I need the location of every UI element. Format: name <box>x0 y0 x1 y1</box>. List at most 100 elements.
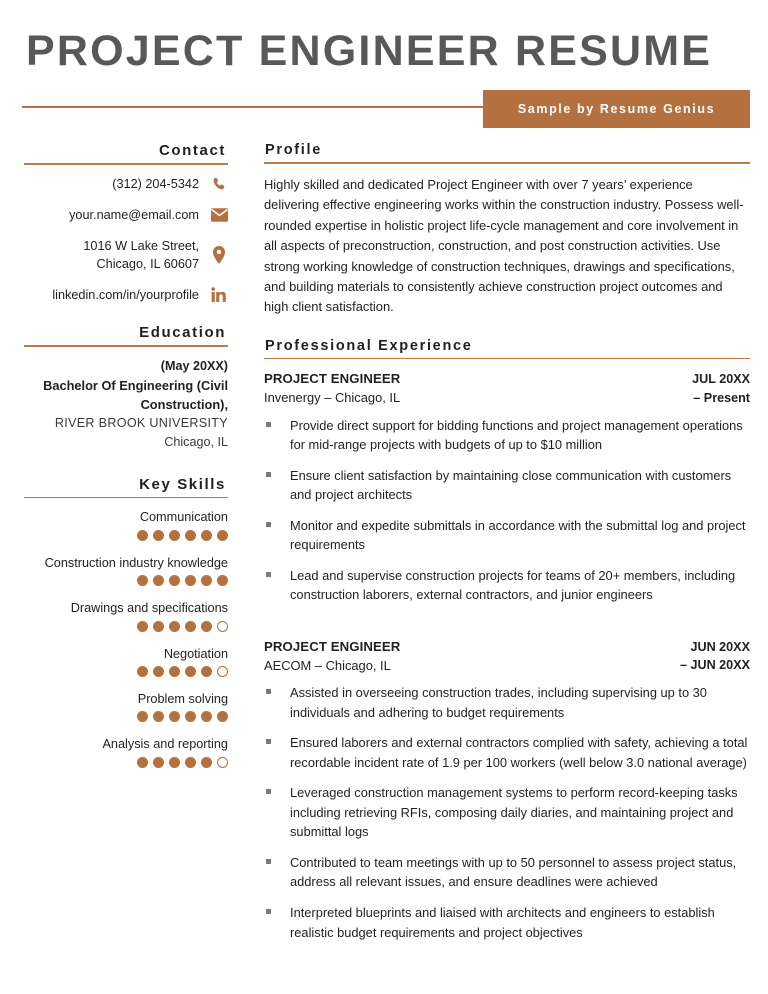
job-list: PROJECT ENGINEER Invenergy – Chicago, IL J… <box>264 370 750 942</box>
job-date-end: – JUN 20XX <box>679 658 750 673</box>
address: 1016 W Lake Street, Chicago, IL 60607 <box>83 237 210 273</box>
job-company: AECOM – Chicago, IL <box>264 657 391 673</box>
rating-dot-filled <box>201 756 212 768</box>
education-divider <box>24 345 228 347</box>
rating-dot-filled <box>169 711 180 723</box>
job-spacer <box>264 616 750 638</box>
skill-label: Problem solving <box>137 692 228 707</box>
rating-dot-empty <box>217 756 228 768</box>
resume-header: PROJECT ENGINEER RESUME Sample by Resume… <box>0 0 768 129</box>
skill-item: Negotiation <box>18 645 228 678</box>
skill-rating <box>18 666 228 678</box>
rating-dot-filled <box>137 666 148 678</box>
rating-dot-filled <box>201 666 212 678</box>
skill-rating <box>18 529 228 541</box>
rating-dot-filled <box>137 711 148 723</box>
rating-dot-filled <box>217 575 228 587</box>
envelope-icon <box>210 206 228 224</box>
contact-item-address[interactable]: 1016 W Lake Street, Chicago, IL 60607 <box>18 237 228 273</box>
education-degree-line-1: Bachelor Of Engineering (Civil <box>43 377 228 393</box>
education-school: RIVER BROOK UNIVERSITY <box>54 416 228 431</box>
job-date-start: JUN 20XX <box>690 639 750 654</box>
skill-rating <box>18 620 228 632</box>
rating-dot-empty <box>217 666 228 678</box>
skill-item: Analysis and reporting <box>18 735 228 768</box>
job-bullet: Contributed to team meetings with up to … <box>264 853 750 892</box>
skills-heading: Key Skills <box>139 475 226 493</box>
rating-dot-filled <box>137 620 148 632</box>
job-dates: JUL 20XX – Present <box>692 370 750 407</box>
address-line-1: 1016 W Lake Street, <box>83 239 199 254</box>
resume-page: PROJECT ENGINEER RESUME Sample by Resume… <box>0 0 768 994</box>
education-section: Education (May 20XX) Bachelor Of Enginee… <box>18 324 228 452</box>
job-bullet-list: Provide direct support for bidding funct… <box>264 416 750 605</box>
skills-list: Communication Construction industry knowl… <box>18 508 228 768</box>
rating-dot-filled <box>169 620 180 632</box>
rating-dot-filled <box>137 575 148 587</box>
header-divider <box>22 106 483 109</box>
education-heading: Education <box>139 324 226 342</box>
job-bullet: Lead and supervise construction projects… <box>264 566 750 605</box>
rating-dot-filled <box>185 711 196 723</box>
contact-list: (312) 204-5342 your.name@email.com 1016 … <box>18 175 228 304</box>
rating-dot-filled <box>217 711 228 723</box>
job-date-end: – Present <box>693 390 750 405</box>
education-entry: (May 20XX) Bachelor Of Engineering (Civi… <box>18 357 228 452</box>
contact-item-phone[interactable]: (312) 204-5342 <box>18 175 228 193</box>
job-company: Invenergy – Chicago, IL <box>264 390 401 406</box>
linkedin-url: linkedin.com/in/yourprofile <box>52 288 199 303</box>
main-content: Profile Highly skilled and dedicated Pro… <box>242 142 750 953</box>
resume-body: Contact (312) 204-5342 your.name@email.c… <box>0 128 768 953</box>
job-header: PROJECT ENGINEER AECOM – Chicago, IL JUN 2… <box>264 638 750 675</box>
skill-label: Analysis and reporting <box>102 737 228 752</box>
rating-dot-filled <box>185 529 196 541</box>
rating-dot-filled <box>137 529 148 541</box>
experience-divider <box>264 357 750 360</box>
job-bullet: Monitor and expedite submittals in accor… <box>264 516 750 555</box>
linkedin-icon <box>210 286 228 304</box>
job-bullet: Assisted in overseeing construction trad… <box>264 683 750 722</box>
profile-text: Highly skilled and dedicated Project Eng… <box>264 177 744 315</box>
skill-label: Construction industry knowledge <box>44 555 228 570</box>
skill-rating <box>18 711 228 723</box>
job-bullet-list: Assisted in overseeing construction trad… <box>264 683 750 942</box>
skills-section: Key Skills Communication Construction ind… <box>18 476 228 768</box>
rating-dot-filled <box>217 529 228 541</box>
job-bullet: Provide direct support for bidding funct… <box>264 416 750 455</box>
contact-item-email[interactable]: your.name@email.com <box>18 206 228 224</box>
job-entry: PROJECT ENGINEER AECOM – Chicago, IL JUN 2… <box>264 638 750 942</box>
phone-number: (312) 204-5342 <box>112 177 199 192</box>
job-identity: PROJECT ENGINEER AECOM – Chicago, IL <box>264 638 680 675</box>
skill-item: Communication <box>18 508 228 541</box>
education-date: (May 20XX) <box>160 358 228 373</box>
job-title: PROJECT ENGINEER <box>264 371 401 387</box>
education-degree-line-2: Construction), <box>140 396 228 412</box>
rating-dot-filled <box>169 666 180 678</box>
rating-dot-filled <box>153 575 164 587</box>
rating-dot-filled <box>169 529 180 541</box>
job-entry: PROJECT ENGINEER Invenergy – Chicago, IL J… <box>264 370 750 605</box>
contact-divider <box>24 163 228 166</box>
profile-divider <box>264 162 750 165</box>
experience-section: Professional Experience PROJECT ENGINEER… <box>264 338 750 942</box>
map-pin-icon <box>210 246 228 264</box>
skill-label: Communication <box>139 510 228 525</box>
rating-dot-filled <box>201 575 212 587</box>
rating-dot-empty <box>217 620 228 632</box>
skill-rating <box>18 756 228 768</box>
experience-heading: Professional Experience <box>265 337 473 354</box>
profile-heading: Profile <box>265 142 323 159</box>
skills-divider <box>24 496 228 499</box>
rating-dot-filled <box>201 711 212 723</box>
job-date-start: JUL 20XX <box>692 372 750 387</box>
header-rule-row: Sample by Resume Genius <box>0 88 768 129</box>
page-title: PROJECT ENGINEER RESUME <box>26 27 713 75</box>
rating-dot-filled <box>153 529 164 541</box>
job-bullet: Interpreted blueprints and liaised with … <box>264 903 750 942</box>
skill-label: Drawings and specifications <box>70 601 228 616</box>
job-dates: JUN 20XX – JUN 20XX <box>680 638 750 675</box>
rating-dot-filled <box>153 620 164 632</box>
rating-dot-filled <box>169 575 180 587</box>
contact-item-linkedin[interactable]: linkedin.com/in/yourprofile <box>18 286 228 304</box>
phone-icon <box>210 175 228 193</box>
